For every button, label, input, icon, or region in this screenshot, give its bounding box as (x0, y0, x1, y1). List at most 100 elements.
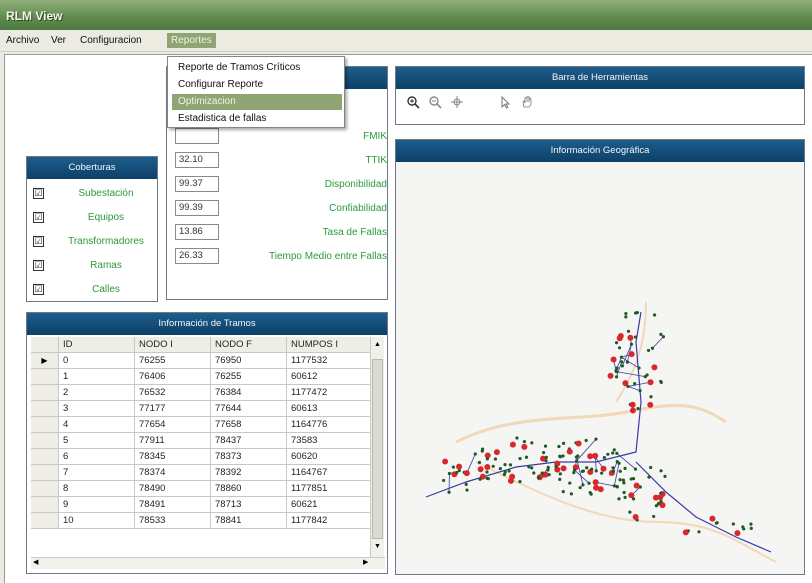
table-cell[interactable]: 78374 (135, 465, 211, 481)
checkbox-checked-icon[interactable]: ☑ (33, 188, 44, 199)
row-header[interactable] (31, 433, 59, 449)
table-cell[interactable]: 1177532 (287, 353, 371, 369)
zoom-out-icon[interactable] (426, 95, 444, 113)
table-cell[interactable]: 1164767 (287, 465, 371, 481)
checkbox-checked-icon[interactable]: ☑ (33, 284, 44, 295)
table-cell[interactable]: 1177842 (287, 513, 371, 529)
menu-archivo[interactable]: Archivo (6, 35, 39, 46)
table-cell[interactable]: 77911 (135, 433, 211, 449)
table-cell[interactable]: 1177851 (287, 481, 371, 497)
checkbox-checked-icon[interactable]: ☑ (33, 212, 44, 223)
zoom-in-icon[interactable] (404, 95, 422, 113)
table-cell[interactable]: 5 (59, 433, 135, 449)
row-header[interactable] (31, 513, 59, 529)
table-cell[interactable]: 77177 (135, 401, 211, 417)
column-header-id[interactable]: ID (59, 337, 135, 353)
scroll-up-icon[interactable]: ▲ (374, 341, 381, 348)
menu-reportes[interactable]: Reportes (167, 33, 216, 48)
coverage-item[interactable]: ☑ Equipos (33, 209, 153, 229)
table-cell[interactable]: 4 (59, 417, 135, 433)
pointer-icon[interactable] (496, 95, 514, 113)
table-cell[interactable]: 77644 (211, 401, 287, 417)
menu-ver[interactable]: Ver (51, 35, 66, 46)
table-cell[interactable]: 76406 (135, 369, 211, 385)
table-cell[interactable]: 78533 (135, 513, 211, 529)
row-header[interactable] (31, 497, 59, 513)
table-cell[interactable]: 76255 (211, 369, 287, 385)
menu-item-estadistica-fallas[interactable]: Estadistica de fallas (172, 111, 342, 127)
equipment-node (652, 313, 657, 317)
row-header[interactable] (31, 449, 59, 465)
table-cell[interactable]: 10 (59, 513, 135, 529)
coverage-item[interactable]: ☑ Subestación (33, 185, 153, 205)
row-header[interactable] (31, 481, 59, 497)
table-cell[interactable]: 60621 (287, 497, 371, 513)
row-header[interactable] (31, 401, 59, 417)
scroll-down-icon[interactable]: ▼ (374, 543, 381, 550)
equipment-node (615, 366, 619, 370)
coverage-item[interactable]: ☑ Ramas (33, 257, 153, 277)
checkbox-checked-icon[interactable]: ☑ (33, 236, 44, 247)
horizontal-scrollbar[interactable]: ◀ ▶ (31, 557, 385, 569)
table-cell[interactable]: 78841 (211, 513, 287, 529)
table-cell[interactable]: 8 (59, 481, 135, 497)
table-cell[interactable]: 60613 (287, 401, 371, 417)
coverage-item[interactable]: ☑ Transformadores (33, 233, 153, 253)
table-cell[interactable]: 77654 (135, 417, 211, 433)
table-cell[interactable]: 78491 (135, 497, 211, 513)
scroll-right-icon[interactable]: ▶ (363, 558, 368, 566)
table-cell[interactable]: 78392 (211, 465, 287, 481)
table-cell[interactable]: 60620 (287, 449, 371, 465)
network-map[interactable] (396, 162, 804, 574)
table-cell[interactable]: 77658 (211, 417, 287, 433)
table-cell[interactable]: 76255 (135, 353, 211, 369)
table-cell[interactable]: 78373 (211, 449, 287, 465)
hand-icon[interactable] (518, 95, 536, 113)
table-cell[interactable]: 73583 (287, 433, 371, 449)
equipment-node (629, 342, 634, 346)
column-header-nodo-i[interactable]: NODO I (135, 337, 211, 353)
row-header[interactable] (31, 369, 59, 385)
table-cell[interactable]: 1177472 (287, 385, 371, 401)
coverage-item[interactable]: ☑ Calles (33, 281, 153, 301)
column-header-nodo-f[interactable]: NODO F (211, 337, 287, 353)
table-cell[interactable]: 78345 (135, 449, 211, 465)
table-cell[interactable]: 78490 (135, 481, 211, 497)
row-header[interactable]: ▶ (31, 353, 59, 369)
reportes-dropdown: Reporte de Tramos Críticos Configurar Re… (167, 56, 345, 128)
tramos-grid[interactable]: ID NODO I NODO F NUMPOS I ▲ ▼ ▶ 0 76255 769… (31, 337, 385, 557)
row-header[interactable] (31, 465, 59, 481)
table-cell[interactable]: 2 (59, 385, 135, 401)
checkbox-checked-icon[interactable]: ☑ (33, 260, 44, 271)
table-cell[interactable]: 78437 (211, 433, 287, 449)
street-line (455, 404, 727, 444)
table-cell[interactable]: 6 (59, 449, 135, 465)
table-cell[interactable]: 1 (59, 369, 135, 385)
table-cell[interactable]: 9 (59, 497, 135, 513)
scroll-thumb[interactable] (372, 359, 383, 539)
menu-configuracion[interactable]: Configuracion (80, 35, 142, 46)
equipment-node (621, 478, 625, 482)
table-cell[interactable]: 76384 (211, 385, 287, 401)
menu-item-optimizacion[interactable]: Optimizacion (172, 94, 342, 110)
table-cell[interactable]: 76950 (211, 353, 287, 369)
vertical-scrollbar[interactable]: ▲ ▼ (370, 337, 384, 557)
equipment-node (623, 495, 627, 499)
row-header[interactable] (31, 385, 59, 401)
menu-item-reporte-tramos[interactable]: Reporte de Tramos Críticos (172, 60, 342, 76)
table-cell[interactable]: 60612 (287, 369, 371, 385)
scroll-left-icon[interactable]: ◀ (33, 558, 38, 566)
table-cell[interactable]: 3 (59, 401, 135, 417)
pan-icon[interactable] (448, 95, 466, 113)
equipment-node (614, 375, 619, 379)
table-cell[interactable]: 76532 (135, 385, 211, 401)
table-cell[interactable]: 0 (59, 353, 135, 369)
menu-item-configurar-reporte[interactable]: Configurar Reporte (172, 77, 342, 93)
transformer-node (592, 452, 599, 459)
column-header-numpos-i[interactable]: NUMPOS I (287, 337, 371, 353)
row-header[interactable] (31, 417, 59, 433)
table-cell[interactable]: 78860 (211, 481, 287, 497)
table-cell[interactable]: 7 (59, 465, 135, 481)
table-cell[interactable]: 1164776 (287, 417, 371, 433)
table-cell[interactable]: 78713 (211, 497, 287, 513)
